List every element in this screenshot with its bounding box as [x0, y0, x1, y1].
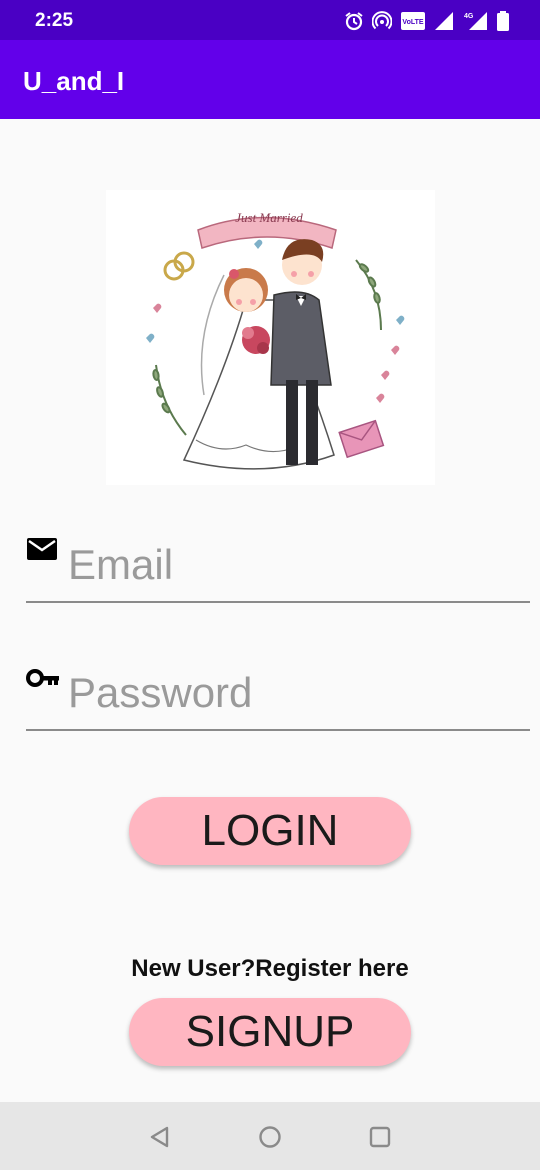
svg-text:4G: 4G: [464, 13, 474, 20]
wedding-illustration: Just Married: [106, 190, 435, 485]
hotspot-icon: [372, 11, 392, 30]
login-button[interactable]: LOGIN: [129, 797, 411, 865]
email-icon: [27, 538, 57, 560]
email-input[interactable]: [68, 535, 508, 595]
recents-icon[interactable]: [367, 1124, 393, 1150]
status-icons: VoLTE 4G: [344, 9, 510, 33]
app-bar: U_and_I: [0, 40, 540, 119]
wedding-couple-illustration: Just Married: [146, 210, 405, 470]
register-prompt: New User?Register here: [131, 955, 409, 982]
4g-signal-icon: 4G: [464, 12, 487, 30]
home-icon[interactable]: [257, 1124, 283, 1150]
volte-text: VoLTE: [402, 19, 423, 26]
key-icon: [26, 669, 59, 687]
volte-icon: VoLTE: [401, 12, 425, 30]
status-bar: 2:25 VoLTE 4G: [0, 0, 540, 40]
banner-text: Just Married: [235, 210, 303, 225]
back-icon[interactable]: [147, 1124, 173, 1150]
signal-icon: [435, 12, 453, 30]
app-title: U_and_I: [23, 66, 125, 96]
signup-button[interactable]: SIGNUP: [129, 998, 411, 1066]
navigation-bar: [0, 1102, 540, 1170]
email-field-container: [26, 535, 530, 603]
status-time: 2:25: [35, 10, 74, 31]
password-field-container: [26, 663, 530, 731]
battery-icon: [497, 11, 509, 31]
alarm-icon: [345, 12, 363, 31]
password-input[interactable]: [68, 663, 508, 723]
